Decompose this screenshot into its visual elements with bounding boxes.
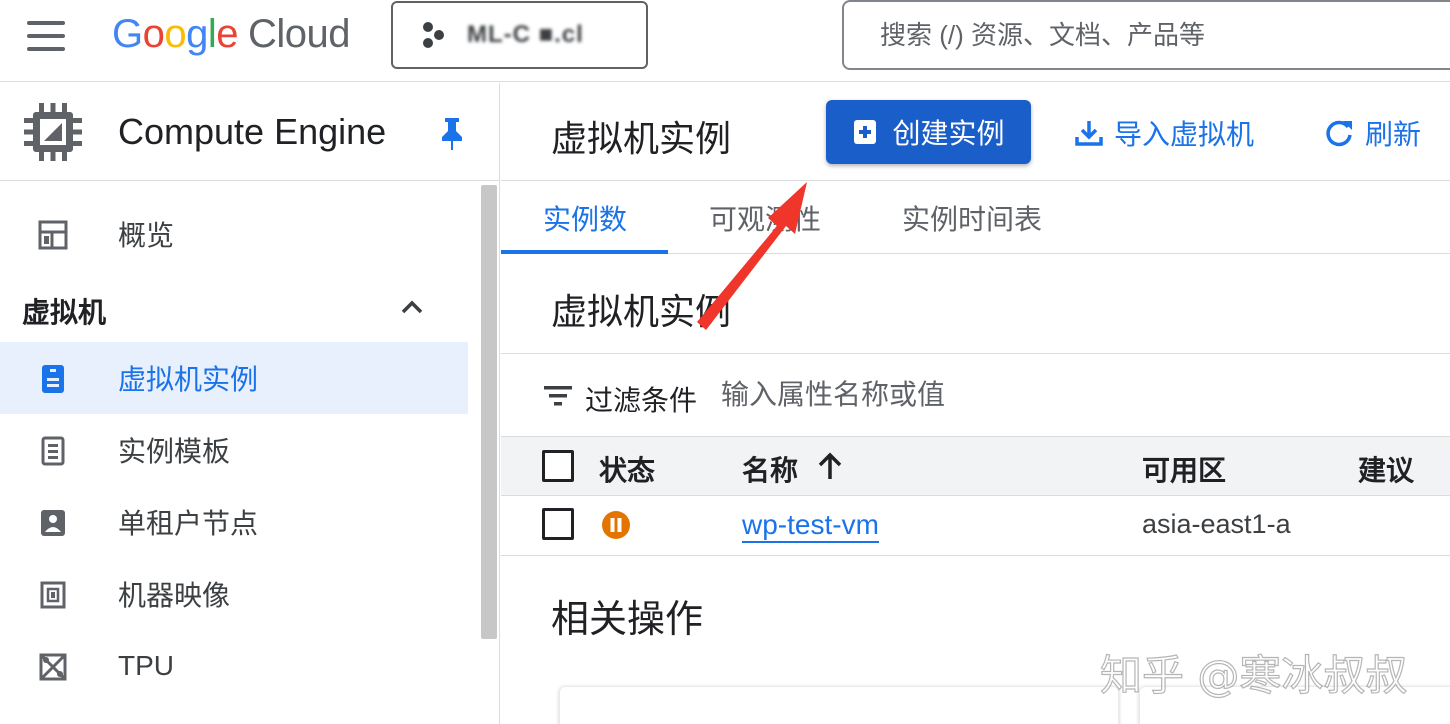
sidebar-item-label: 虚拟机实例 bbox=[118, 364, 259, 395]
tab-instances[interactable]: 实例数 bbox=[543, 182, 627, 254]
sidebar-section-vm[interactable]: 虚拟机 bbox=[0, 271, 468, 341]
logo-cloud-text: Cloud bbox=[248, 12, 351, 56]
chevron-up-icon[interactable] bbox=[398, 293, 426, 321]
watermark: 知乎 @寒冰叔叔 bbox=[1099, 650, 1408, 700]
tab-label: 实例时间表 bbox=[902, 204, 1043, 235]
sidebar-item-overview[interactable]: 概览 bbox=[0, 198, 468, 270]
import-vm-label: 导入虚拟机 bbox=[1114, 119, 1255, 150]
sidebar-item-sole-tenant-nodes[interactable]: 单租户节点 bbox=[0, 486, 468, 558]
project-name: ML-C ■.cl bbox=[467, 21, 584, 48]
tab-bar: 实例数 可观测性 实例时间表 bbox=[501, 182, 1450, 254]
sidebar-item-label: 单租户节点 bbox=[118, 508, 259, 539]
dashboard-icon bbox=[38, 220, 68, 250]
column-header-name[interactable]: 名称 bbox=[742, 449, 798, 489]
vm-instance-icon bbox=[42, 365, 64, 393]
sidebar-item-label: 概览 bbox=[118, 220, 175, 251]
sole-tenant-icon bbox=[41, 510, 65, 536]
page-title: 虚拟机实例 bbox=[551, 118, 732, 159]
google-cloud-logo[interactable]: Google Cloud bbox=[112, 10, 351, 58]
refresh-button[interactable]: 刷新 bbox=[1323, 113, 1421, 153]
section-title: 虚拟机实例 bbox=[551, 291, 732, 332]
tab-observability[interactable]: 可观测性 bbox=[709, 182, 821, 254]
sidebar-item-label: 实例模板 bbox=[118, 436, 231, 467]
filter-bar: 过滤条件 bbox=[501, 354, 1450, 436]
instance-template-icon bbox=[41, 436, 65, 466]
sidebar-item-vm-instances[interactable]: 虚拟机实例 bbox=[0, 342, 468, 414]
sidebar-item-label: TPU bbox=[118, 650, 174, 681]
logo-letter: o bbox=[164, 12, 187, 56]
download-icon bbox=[1075, 121, 1103, 146]
column-header-status[interactable]: 状态 bbox=[599, 449, 655, 489]
vm-name-link[interactable]: wp-test-vm bbox=[742, 509, 879, 543]
project-picker-button[interactable]: ML-C ■.cl bbox=[391, 1, 648, 69]
table-row: wp-test-vm asia-east1-a bbox=[501, 496, 1450, 556]
main-content: 虚拟机实例 创建实例 导入虚拟机 刷新 实例数 可观测性 实例时间表 虚拟机实例… bbox=[501, 83, 1450, 724]
sidebar-item-machine-images[interactable]: 机器映像 bbox=[0, 558, 468, 630]
filter-label: 过滤条件 bbox=[585, 385, 698, 416]
select-all-checkbox[interactable] bbox=[542, 450, 574, 482]
top-app-bar: Google Cloud ML-C ■.cl bbox=[0, 0, 1450, 82]
logo-letter: l bbox=[207, 12, 217, 56]
filter-icon[interactable] bbox=[543, 384, 573, 408]
create-instance-label: 创建实例 bbox=[892, 118, 1005, 149]
import-vm-button[interactable]: 导入虚拟机 bbox=[1074, 113, 1254, 153]
pin-icon[interactable] bbox=[438, 116, 466, 150]
machine-image-icon bbox=[40, 581, 66, 609]
logo-letter: o bbox=[142, 12, 165, 56]
row-checkbox[interactable] bbox=[542, 508, 574, 540]
search-bar[interactable] bbox=[842, 0, 1450, 70]
zone-cell: asia-east1-a bbox=[1142, 509, 1291, 539]
add-box-icon bbox=[854, 120, 877, 144]
sidebar-item-label: 机器映像 bbox=[118, 580, 231, 611]
product-header: Compute Engine bbox=[0, 83, 500, 181]
refresh-label: 刷新 bbox=[1365, 119, 1422, 150]
compute-engine-chip-icon bbox=[24, 103, 82, 161]
search-input[interactable] bbox=[880, 19, 1420, 51]
logo-letter: e bbox=[216, 12, 239, 56]
filter-input[interactable] bbox=[721, 374, 1141, 416]
page-header: 虚拟机实例 创建实例 导入虚拟机 刷新 bbox=[501, 83, 1450, 181]
sidebar-section-label: 虚拟机 bbox=[22, 297, 107, 328]
column-header-zone[interactable]: 可用区 bbox=[1142, 449, 1226, 489]
related-action-card[interactable] bbox=[559, 686, 1119, 724]
main-menu-icon[interactable] bbox=[22, 18, 70, 54]
logo-letter: g bbox=[186, 12, 208, 56]
sidebar-item-tpu[interactable]: TPU bbox=[0, 630, 468, 702]
left-nav: Compute Engine 概览 虚拟机 虚拟机实例 实例模板 单租户节点 机… bbox=[0, 83, 500, 724]
project-hexagons-icon bbox=[423, 22, 444, 48]
sort-ascending-icon[interactable] bbox=[817, 451, 843, 481]
sidebar-scrollbar[interactable] bbox=[481, 185, 497, 639]
paused-status-icon bbox=[602, 511, 630, 539]
tab-instance-schedules[interactable]: 实例时间表 bbox=[902, 182, 1042, 254]
column-header-recommendation[interactable]: 建议 bbox=[1358, 449, 1414, 489]
refresh-icon bbox=[1326, 120, 1352, 147]
tpu-icon bbox=[39, 653, 67, 681]
tab-label: 实例数 bbox=[543, 204, 628, 235]
create-instance-button[interactable]: 创建实例 bbox=[826, 100, 1031, 164]
logo-letter: G bbox=[112, 12, 143, 56]
related-actions-title: 相关操作 bbox=[551, 599, 704, 641]
active-tab-indicator bbox=[501, 250, 668, 254]
tab-label: 可观测性 bbox=[709, 204, 822, 235]
table-header-row: 状态 名称 可用区 建议 bbox=[501, 436, 1450, 496]
sidebar-item-instance-templates[interactable]: 实例模板 bbox=[0, 414, 468, 486]
product-title: Compute Engine bbox=[118, 111, 387, 152]
